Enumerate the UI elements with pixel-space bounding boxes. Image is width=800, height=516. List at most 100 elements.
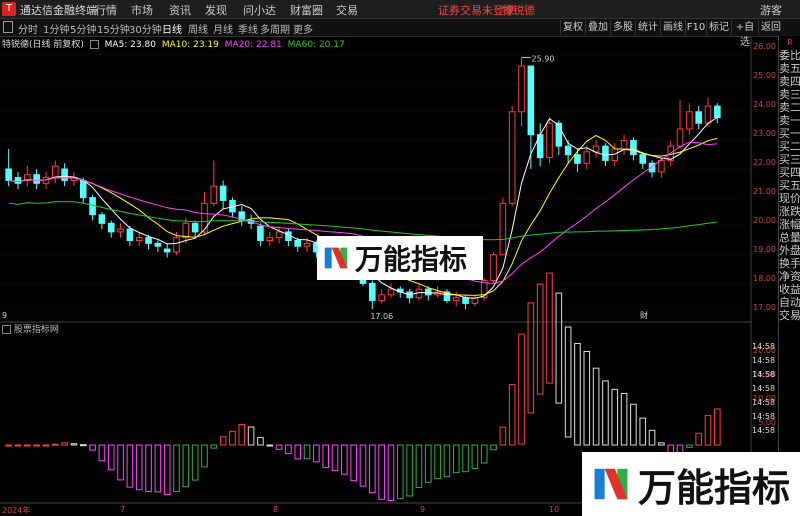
- fuquan-button[interactable]: 复权: [560, 20, 585, 35]
- menu-item-caifuquan[interactable]: 财富圈: [290, 2, 323, 18]
- indicator-bar: [33, 444, 40, 447]
- indicator-bar: [471, 444, 479, 470]
- tf-daily[interactable]: 日线: [162, 21, 182, 36]
- tick-time: 14:58: [752, 398, 776, 407]
- menu-item-jiaoyi[interactable]: 交易: [336, 2, 358, 18]
- price-tick: 17.00: [753, 303, 776, 312]
- menu-item-faxian[interactable]: 发现: [205, 2, 227, 18]
- tf-30min[interactable]: 30分钟: [129, 21, 162, 36]
- sidebar-auto[interactable]: 自动: [779, 296, 800, 309]
- indicator-bar: [350, 444, 357, 482]
- sidebar-weibi: 委比: [779, 49, 800, 62]
- high-price-label: 25.90: [532, 54, 555, 63]
- sidebar-header[interactable]: R: [779, 36, 800, 49]
- price-tick: 23.00: [753, 129, 776, 138]
- tf-quarterly[interactable]: 季线: [238, 21, 258, 36]
- indicator-bar: [51, 443, 59, 446]
- watermark-text: 万能指标: [355, 243, 468, 276]
- legend-ma60: MA60: 20.17: [287, 40, 345, 50]
- candle-body: [695, 111, 702, 124]
- sidebar-trade[interactable]: 交易: [779, 309, 800, 322]
- indicator-bar: [322, 444, 329, 469]
- candle-body: [620, 139, 628, 150]
- sidebar-buy4: 买四: [779, 166, 800, 179]
- indicator-bar: [341, 444, 348, 475]
- candle-body: [676, 128, 684, 147]
- sidebar-buy1: 买一: [779, 127, 800, 140]
- tf-multi[interactable]: 多周期: [260, 21, 290, 36]
- candle-body: [135, 237, 143, 241]
- sidebar-volume: 总量: [779, 231, 800, 244]
- candle-body: [546, 122, 553, 159]
- indicator-bar: [117, 444, 124, 481]
- candle-body: [714, 105, 721, 119]
- candle-body: [602, 145, 609, 161]
- sidebar-outer: 外盘: [779, 244, 800, 257]
- indicator-bar: [518, 333, 525, 445]
- tf-monthly[interactable]: 月线: [213, 21, 233, 36]
- back-button[interactable]: 返回: [758, 20, 783, 35]
- tf-1min[interactable]: 1分钟: [43, 21, 69, 36]
- sidebar-sell2: 卖二: [779, 101, 800, 114]
- tick-time: 14:58: [752, 426, 776, 435]
- quote-sidebar: R 委比 卖五 卖四 卖三 卖二 卖一 买一 买二 买三 买四 买五 现价 涨跌…: [778, 36, 800, 516]
- indicator-bar: [275, 444, 283, 450]
- stock-name-tab[interactable]: 特锐德: [502, 2, 535, 18]
- sidebar-sell3: 卖三: [779, 88, 800, 101]
- candle-body: [5, 168, 12, 181]
- date-tick: 7: [120, 505, 126, 514]
- watermark-logo-icon: [594, 468, 628, 500]
- f10-button[interactable]: F10: [685, 20, 706, 35]
- candle-body: [369, 282, 376, 302]
- candle-body: [639, 154, 647, 164]
- sidebar-sell5: 卖五: [779, 62, 800, 75]
- indicator-bar: [369, 444, 376, 494]
- multi-stock-button[interactable]: 多股: [610, 20, 635, 35]
- price-tick: 26.00: [753, 42, 776, 51]
- date-tick: 8: [273, 505, 279, 514]
- menu-item-shichang[interactable]: 市场: [131, 2, 153, 18]
- mark-button[interactable]: 标记: [706, 20, 731, 35]
- indicator-bar: [173, 444, 180, 493]
- indicator-bar: [145, 444, 152, 492]
- menu-icon[interactable]: [3, 21, 13, 33]
- candle-body: [191, 222, 199, 233]
- overlay-button[interactable]: 叠加: [585, 20, 610, 35]
- indicator-square-icon[interactable]: [2, 325, 11, 334]
- tf-5min[interactable]: 5分钟: [70, 21, 96, 36]
- indicator-bar: [61, 442, 68, 446]
- tick-time: 14:58: [752, 370, 776, 379]
- menu-item-wenxiaoda[interactable]: 问小达: [243, 2, 276, 18]
- indicator-bar: [219, 436, 227, 446]
- indicator-bar: [574, 342, 581, 446]
- candle-body: [257, 225, 264, 241]
- low-price-label: 17.06: [370, 312, 393, 321]
- candle-body: [126, 228, 134, 241]
- candle-body: [182, 222, 190, 239]
- tf-weekly[interactable]: 周线: [188, 21, 208, 36]
- tf-more[interactable]: 更多: [293, 21, 313, 36]
- menu-item-hangqing[interactable]: 行情: [95, 2, 117, 18]
- indicator-bar: [499, 426, 507, 446]
- candle-body: [275, 231, 283, 239]
- indicator-bar: [508, 384, 516, 446]
- add-watchlist-button[interactable]: +自选: [731, 20, 758, 48]
- indicator-bar: [229, 430, 236, 446]
- tf-fenshi[interactable]: 分时: [18, 21, 38, 36]
- candle-body: [33, 174, 40, 184]
- indicator-bar: [285, 444, 292, 455]
- price-tick: 25.00: [753, 71, 776, 80]
- candle-body: [462, 297, 469, 304]
- draw-line-button[interactable]: 画线: [660, 20, 685, 35]
- indicator-bar: [387, 444, 395, 501]
- legend-square-icon[interactable]: [89, 40, 99, 49]
- tf-15min[interactable]: 15分钟: [97, 21, 130, 36]
- stats-button[interactable]: 统计: [635, 20, 660, 35]
- candle-body: [499, 202, 507, 256]
- price-tick: 22.00: [753, 158, 776, 167]
- indicator-bar: [564, 326, 572, 438]
- guest-user[interactable]: 游客: [760, 2, 782, 18]
- tick-time: 14:58: [752, 412, 776, 421]
- candle-body: [303, 242, 311, 247]
- menu-item-zixun[interactable]: 资讯: [169, 2, 191, 18]
